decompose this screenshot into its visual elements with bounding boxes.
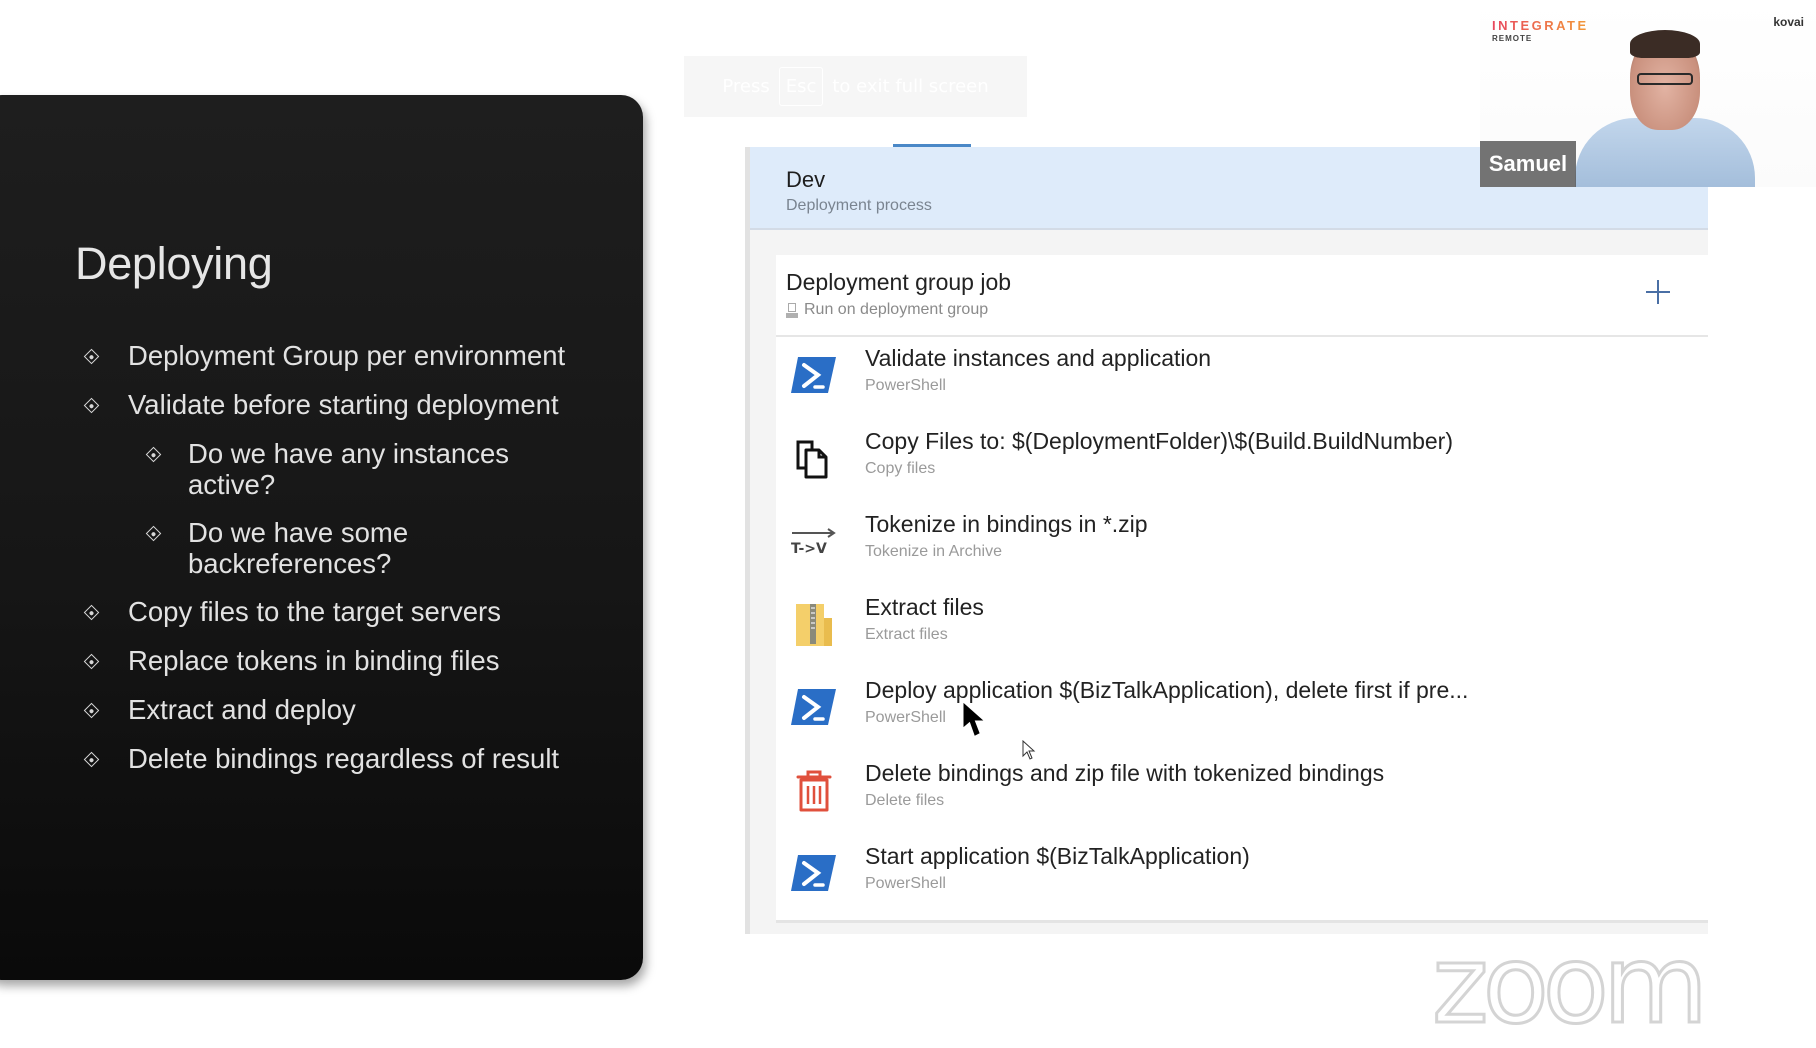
exit-fullscreen-toast: Press Esc to exit full screen xyxy=(684,56,1027,117)
task-item[interactable]: Copy Files to: $(DeploymentFolder)\$(Bui… xyxy=(776,420,1708,503)
task-item[interactable]: Validate instances and application Power… xyxy=(776,337,1708,420)
participant-video-tile[interactable]: INTEGRATE REMOTE kovai Samuel xyxy=(1480,0,1816,187)
diamond-bullet-icon xyxy=(83,348,100,365)
diamond-bullet-icon xyxy=(83,397,100,414)
copy-files-icon xyxy=(796,440,828,479)
participant-name-label: Samuel xyxy=(1480,141,1576,187)
bullet-text: Extract and deploy xyxy=(128,694,356,725)
slide-title: Deploying xyxy=(75,238,273,289)
slide-sub-bullet: Do we have some backreferences? xyxy=(80,517,600,579)
bullet-text: Copy files to the target servers xyxy=(128,596,501,627)
bullet-text: Replace tokens in binding files xyxy=(128,645,500,676)
event-brand-subtitle: REMOTE xyxy=(1492,34,1533,43)
slide-bullet: Deployment Group per environment xyxy=(80,340,600,371)
task-title: Extract files xyxy=(865,594,984,620)
task-type: PowerShell xyxy=(865,875,946,892)
bullet-text: Deployment Group per environment xyxy=(128,340,566,371)
toast-prefix: Press xyxy=(722,76,770,97)
deployment-group-job[interactable]: Deployment group job Run on deployment g… xyxy=(776,255,1708,337)
task-list: Validate instances and application Power… xyxy=(776,337,1708,923)
slide-bullet: Extract and deploy xyxy=(80,694,600,725)
mouse-cursor-icon xyxy=(963,702,984,736)
event-brand-logo: INTEGRATE xyxy=(1492,18,1589,33)
slide-bullet: Replace tokens in binding files xyxy=(80,645,600,676)
add-task-button[interactable] xyxy=(1643,277,1673,307)
bullet-text: Validate before starting deployment xyxy=(128,389,559,420)
bullet-text: Do we have any instances active? xyxy=(188,438,510,500)
bullet-text: Delete bindings regardless of result xyxy=(128,743,560,774)
task-title: Validate instances and application xyxy=(865,345,1212,371)
task-title: Copy Files to: $(DeploymentFolder)\$(Bui… xyxy=(865,428,1454,454)
powershell-icon xyxy=(791,855,836,891)
task-item[interactable]: Extract files Extract files xyxy=(776,586,1708,669)
slide-bullet: Copy files to the target servers xyxy=(80,596,600,627)
task-type: Tokenize in Archive xyxy=(865,543,1002,560)
diamond-bullet-icon xyxy=(145,525,162,542)
task-type: Copy files xyxy=(865,460,936,477)
task-item[interactable]: Deploy application $(BizTalkApplication)… xyxy=(776,669,1708,752)
task-item[interactable]: Start application $(BizTalkApplication) … xyxy=(776,835,1708,918)
job-subtitle: Run on deployment group xyxy=(786,301,988,319)
bullet-text: Do we have some backreferences? xyxy=(188,517,409,579)
stage-title: Dev xyxy=(786,167,826,192)
agent-icon xyxy=(786,302,798,318)
stage-subtitle: Deployment process xyxy=(786,197,932,214)
secondary-cursor-icon xyxy=(1022,740,1036,760)
task-title: Tokenize in bindings in *.zip xyxy=(865,511,1148,537)
task-item[interactable]: T->V Tokenize in bindings in *.zip Token… xyxy=(776,503,1708,586)
diamond-bullet-icon xyxy=(83,653,100,670)
svg-text:T->V: T->V xyxy=(791,541,827,557)
toast-suffix: to exit full screen xyxy=(832,76,989,97)
slide-sub-bullet: Do we have any instances active? xyxy=(80,438,600,500)
task-type: PowerShell xyxy=(865,377,946,394)
sponsor-logo: kovai xyxy=(1773,15,1804,29)
task-type: Delete files xyxy=(865,792,945,809)
task-type: PowerShell xyxy=(865,709,946,726)
participant-glasses xyxy=(1637,73,1693,85)
diamond-bullet-icon xyxy=(83,702,100,719)
slide-bullet-list: Deployment Group per environment Validat… xyxy=(80,340,600,792)
participant-hair xyxy=(1630,30,1700,58)
task-title: Deploy application $(BizTalkApplication)… xyxy=(865,677,1469,703)
task-item[interactable]: Delete bindings and zip file with tokeni… xyxy=(776,752,1708,835)
task-type: Extract files xyxy=(865,626,948,643)
slide-bullet: Delete bindings regardless of result xyxy=(80,743,600,774)
diamond-bullet-icon xyxy=(83,751,100,768)
powershell-icon xyxy=(791,689,836,725)
task-title: Start application $(BizTalkApplication) xyxy=(865,843,1250,869)
zip-folder-icon xyxy=(796,604,832,646)
pipeline-panel: Dev Deployment process Deployment group … xyxy=(745,147,1708,934)
zoom-watermark-logo: zoom xyxy=(1430,923,1709,1048)
job-subtitle-text: Run on deployment group xyxy=(804,301,989,318)
powershell-icon xyxy=(791,357,836,393)
task-title: Delete bindings and zip file with tokeni… xyxy=(865,760,1385,786)
trash-icon xyxy=(796,770,832,812)
slide-bullet: Validate before starting deployment xyxy=(80,389,600,420)
diamond-bullet-icon xyxy=(145,446,162,463)
job-title: Deployment group job xyxy=(786,269,1012,295)
tokenize-icon: T->V xyxy=(791,528,836,557)
diamond-bullet-icon xyxy=(83,604,100,621)
esc-key-hint: Esc xyxy=(778,67,824,106)
